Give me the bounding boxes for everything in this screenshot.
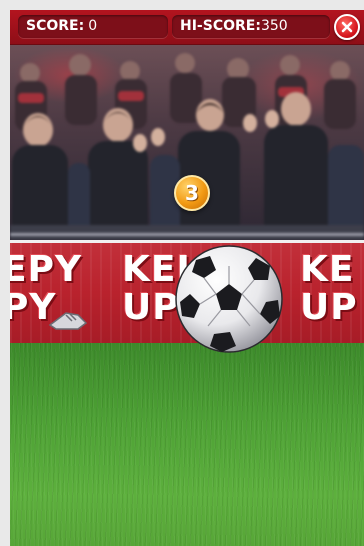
- close-button[interactable]: [334, 14, 360, 40]
- crowd-background: 3: [10, 45, 364, 240]
- hiscore-display: HI-SCORE:350: [172, 15, 330, 38]
- score-label: SCORE:: [26, 18, 85, 34]
- score-value: 0: [88, 18, 98, 34]
- countdown-badge: 3: [174, 175, 210, 211]
- boot-icon: [48, 312, 88, 330]
- crowd-people: [10, 53, 364, 240]
- hiscore-label: HI-SCORE:: [180, 18, 261, 34]
- grass-pitch: [10, 343, 364, 546]
- soccer-ball-icon[interactable]: [174, 244, 284, 354]
- hiscore-value: 350: [260, 18, 288, 34]
- score-display: SCORE: 0: [18, 15, 168, 38]
- banner-text-right: KE UP: [300, 249, 358, 328]
- game-frame: SCORE: 0 HI-SCORE:350 3 EPY Y KEI UPI KE…: [10, 10, 364, 546]
- top-hud: SCORE: 0 HI-SCORE:350: [10, 10, 364, 45]
- close-icon: [341, 21, 353, 33]
